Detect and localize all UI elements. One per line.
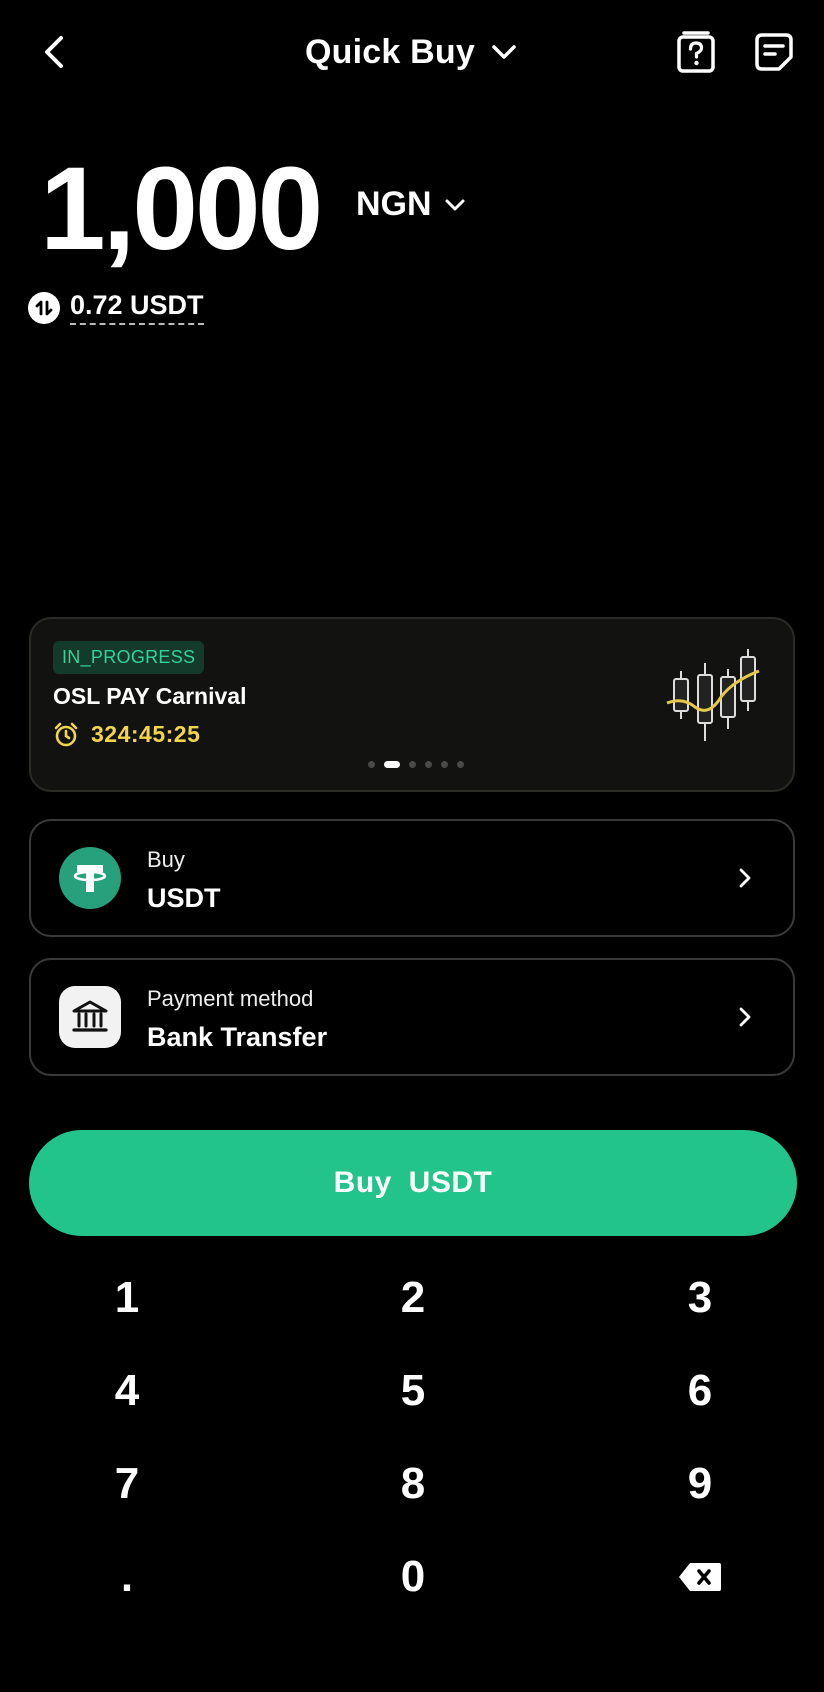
keypad-key-7[interactable]: 7 xyxy=(27,1444,227,1524)
payment-method-value: Bank Transfer xyxy=(147,1022,328,1052)
currency-selector[interactable]: NGN xyxy=(356,185,466,224)
payment-method-row[interactable]: Payment method Bank Transfer xyxy=(29,958,795,1076)
keypad-key-9[interactable]: 9 xyxy=(600,1444,800,1524)
carousel-dot[interactable] xyxy=(368,761,375,768)
help-icon xyxy=(677,31,715,73)
carousel-dot[interactable] xyxy=(425,761,432,768)
buy-asset-row[interactable]: Buy USDT xyxy=(29,819,795,937)
buy-asset-label: Buy xyxy=(147,847,185,872)
currency-code: NGN xyxy=(356,185,432,223)
carousel-dot-active[interactable] xyxy=(384,761,400,768)
backspace-icon xyxy=(679,1563,721,1591)
carousel-indicator xyxy=(368,761,464,768)
banner-title: OSL PAY Carnival xyxy=(53,683,247,709)
converted-amount-text[interactable]: 0.72 USDT xyxy=(70,290,204,325)
keypad-key-1[interactable]: 1 xyxy=(27,1258,227,1338)
keypad-key-5[interactable]: 5 xyxy=(313,1351,513,1431)
countdown: 324:45:25 xyxy=(53,721,200,748)
keypad-key-4[interactable]: 4 xyxy=(27,1351,227,1431)
orders-button[interactable] xyxy=(748,24,800,80)
chevron-down-icon xyxy=(492,45,516,59)
chevron-right-icon xyxy=(733,861,757,895)
keypad-key-2[interactable]: 2 xyxy=(313,1258,513,1338)
promo-banner[interactable]: IN_PROGRESS OSL PAY Carnival 324:45:25 xyxy=(29,617,795,792)
carousel-dot[interactable] xyxy=(409,761,416,768)
buy-button[interactable]: Buy USDT xyxy=(29,1130,797,1236)
countdown-text: 324:45:25 xyxy=(91,721,201,747)
keypad-backspace-button[interactable] xyxy=(600,1537,800,1617)
keypad-key-0[interactable]: 0 xyxy=(313,1537,513,1617)
keypad-key-8[interactable]: 8 xyxy=(313,1444,513,1524)
help-button[interactable] xyxy=(670,24,722,80)
chevron-right-icon xyxy=(733,1000,757,1034)
buy-asset-value: USDT xyxy=(147,883,221,913)
keypad-key-6[interactable]: 6 xyxy=(600,1351,800,1431)
carousel-dot[interactable] xyxy=(457,761,464,768)
chevron-down-icon xyxy=(445,199,465,210)
carousel-dot[interactable] xyxy=(441,761,448,768)
status-badge: IN_PROGRESS xyxy=(53,641,205,674)
amount-display: 1,000 xyxy=(40,143,323,275)
bank-icon xyxy=(59,986,121,1048)
tether-icon xyxy=(59,847,121,909)
candlestick-chart-illustration xyxy=(666,649,760,741)
keypad-key-decimal[interactable]: . xyxy=(27,1537,227,1617)
converted-amount: 0.72 USDT xyxy=(28,290,204,325)
title-dropdown-button[interactable] xyxy=(489,37,519,67)
swap-icon[interactable] xyxy=(28,291,60,324)
page-title[interactable]: Quick Buy xyxy=(305,33,475,72)
orders-icon xyxy=(755,33,793,71)
keypad-key-3[interactable]: 3 xyxy=(600,1258,800,1338)
alarm-clock-icon xyxy=(54,722,78,746)
payment-method-label: Payment method xyxy=(147,986,314,1011)
